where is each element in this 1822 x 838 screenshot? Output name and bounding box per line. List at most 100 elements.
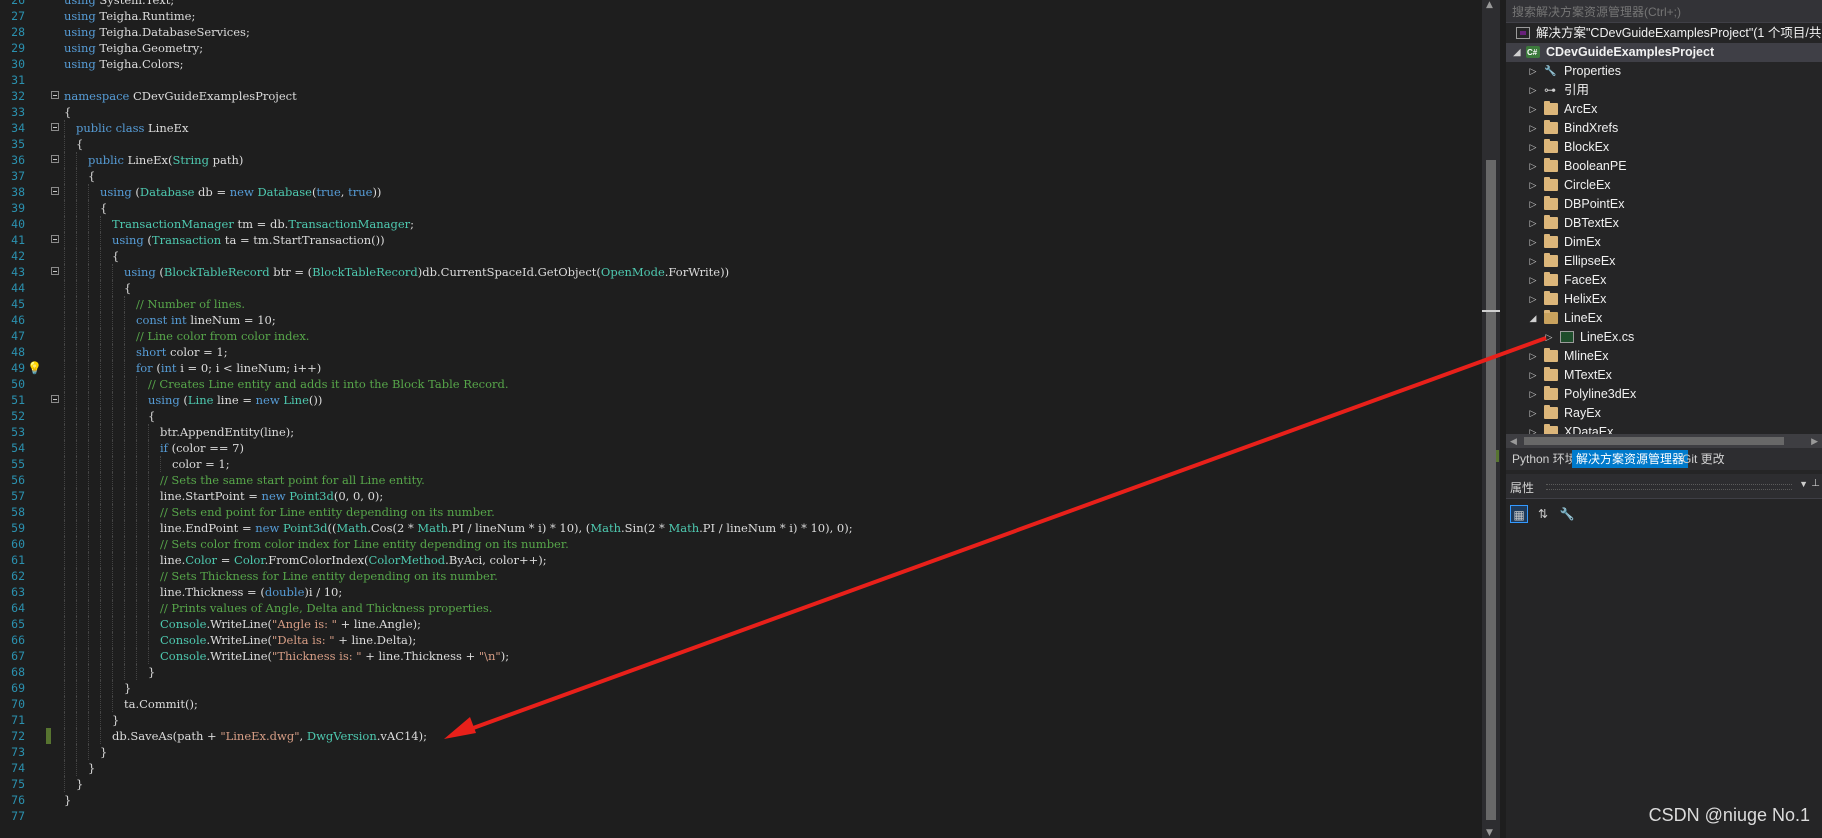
- code-line[interactable]: 69}: [0, 680, 1480, 696]
- code-line[interactable]: 29 using Teigha.Geometry;: [0, 40, 1480, 56]
- code-text[interactable]: // Sets color from color index for Line …: [160, 536, 569, 552]
- code-line[interactable]: 💡 49 for (int i = 0; i < lineNum; i++): [0, 360, 1480, 376]
- code-text[interactable]: line.Thickness = (double)i / 10;: [160, 584, 342, 600]
- code-line[interactable]: 67 Console.WriteLine("Thickness is: " + l…: [0, 648, 1480, 664]
- collapsed-arrow-icon[interactable]: ▷: [1528, 214, 1538, 233]
- collapsed-arrow-icon[interactable]: ▷: [1528, 252, 1538, 271]
- scrollbar-thumb[interactable]: [1486, 160, 1496, 820]
- code-text[interactable]: {: [112, 248, 119, 264]
- code-text[interactable]: Console.WriteLine("Thickness is: " + lin…: [160, 648, 509, 664]
- drag-grip[interactable]: [1546, 484, 1792, 490]
- code-line[interactable]: 66 Console.WriteLine("Delta is: " + line.…: [0, 632, 1480, 648]
- code-text[interactable]: }: [76, 776, 83, 792]
- project-node[interactable]: ◢ CDevGuideExamplesProject: [1506, 43, 1822, 62]
- code-line[interactable]: 53 btr.AppendEntity(line);: [0, 424, 1480, 440]
- scroll-left-icon[interactable]: ◀: [1510, 434, 1517, 448]
- collapsed-arrow-icon[interactable]: ▷: [1528, 157, 1538, 176]
- tree-item-dbtextex[interactable]: ▷ DBTextEx: [1506, 214, 1822, 233]
- code-line[interactable]: 60 // Sets color from color index for Lin…: [0, 536, 1480, 552]
- lightbulb-icon[interactable]: 💡: [27, 361, 42, 375]
- tree-item-lineex-cs[interactable]: ▷ LineEx.cs: [1506, 328, 1822, 347]
- tree-item-blockex[interactable]: ▷ BlockEx: [1506, 138, 1822, 157]
- code-line[interactable]: 32 namespace CDevGuideExamplesProject: [0, 88, 1480, 104]
- scroll-up-icon[interactable]: ▲: [1486, 0, 1493, 10]
- code-text[interactable]: }: [64, 792, 71, 808]
- tab-solution-explorer[interactable]: 解决方案资源管理器: [1572, 450, 1689, 468]
- code-line[interactable]: 51 using (Line line = new Line()): [0, 392, 1480, 408]
- collapse-toggle-icon[interactable]: [51, 123, 59, 131]
- tree-item-polyline3dex[interactable]: ▷ Polyline3dEx: [1506, 385, 1822, 404]
- tree-item-mlineex[interactable]: ▷ MlineEx: [1506, 347, 1822, 366]
- collapse-toggle-icon[interactable]: [51, 187, 59, 195]
- code-text[interactable]: line.EndPoint = new Point3d((Math.Cos(2 …: [160, 520, 853, 536]
- code-line[interactable]: 64 // Prints values of Angle, Delta and T…: [0, 600, 1480, 616]
- code-editor[interactable]: 26 using System.Text; 27 using Teigha.Runti…: [0, 0, 1488, 838]
- code-text[interactable]: ta.Commit();: [124, 696, 198, 712]
- collapsed-arrow-icon[interactable]: ▷: [1528, 404, 1538, 423]
- tree-item-circleex[interactable]: ▷ CircleEx: [1506, 176, 1822, 195]
- code-line[interactable]: 27 using Teigha.Runtime;: [0, 8, 1480, 24]
- scroll-right-icon[interactable]: ▶: [1811, 434, 1818, 448]
- code-line[interactable]: 72 db.SaveAs(path + "LineEx.dwg", DwgVers…: [0, 728, 1480, 744]
- code-text[interactable]: using Teigha.Geometry;: [64, 40, 203, 56]
- code-text[interactable]: const int lineNum = 10;: [136, 312, 276, 328]
- code-text[interactable]: // Line color from color index.: [136, 328, 309, 344]
- code-text[interactable]: }: [148, 664, 155, 680]
- code-text[interactable]: // Sets end point for Line entity depend…: [160, 504, 495, 520]
- code-line[interactable]: 30 using Teigha.Colors;: [0, 56, 1480, 72]
- collapsed-arrow-icon[interactable]: ▷: [1528, 366, 1538, 385]
- collapse-toggle-icon[interactable]: [51, 395, 59, 403]
- code-line[interactable]: 38 using (Database db = new Database(true…: [0, 184, 1480, 200]
- code-text[interactable]: {: [148, 408, 155, 424]
- pin-icon[interactable]: ⊥: [1811, 478, 1820, 489]
- tree-horizontal-scrollbar[interactable]: ◀ ▶: [1506, 434, 1822, 448]
- code-text[interactable]: {: [64, 104, 71, 120]
- code-text[interactable]: // Sets the same start point for all Lin…: [160, 472, 425, 488]
- collapsed-arrow-icon[interactable]: ▷: [1528, 347, 1538, 366]
- collapsed-arrow-icon[interactable]: ▷: [1528, 119, 1538, 138]
- code-text[interactable]: Console.WriteLine("Angle is: " + line.An…: [160, 616, 421, 632]
- code-text[interactable]: using Teigha.DatabaseServices;: [64, 24, 250, 40]
- collapsed-arrow-icon[interactable]: ▷: [1544, 328, 1554, 347]
- collapsed-arrow-icon[interactable]: ▷: [1528, 195, 1538, 214]
- code-text[interactable]: {: [100, 200, 107, 216]
- code-text[interactable]: }: [112, 712, 119, 728]
- solution-search-box[interactable]: [1506, 0, 1822, 24]
- code-line[interactable]: 65 Console.WriteLine("Angle is: " + line.…: [0, 616, 1480, 632]
- code-text[interactable]: // Prints values of Angle, Delta and Thi…: [160, 600, 492, 616]
- code-text[interactable]: }: [100, 744, 107, 760]
- tree-item--[interactable]: ▷ ⊶ 引用: [1506, 81, 1822, 100]
- code-line[interactable]: 37 {: [0, 168, 1480, 184]
- code-lines[interactable]: 26 using System.Text; 27 using Teigha.Runti…: [0, 0, 1480, 824]
- code-line[interactable]: 62 // Sets Thickness for Line entity depe…: [0, 568, 1480, 584]
- code-text[interactable]: using Teigha.Colors;: [64, 56, 184, 72]
- code-line[interactable]: 75}: [0, 776, 1480, 792]
- collapsed-arrow-icon[interactable]: ▷: [1528, 138, 1538, 157]
- code-text[interactable]: }: [88, 760, 95, 776]
- tab-python-env[interactable]: Python 环境: [1508, 450, 1581, 468]
- solution-node[interactable]: 解决方案"CDevGuideExamplesProject"(1 个项目/共: [1506, 24, 1822, 43]
- collapsed-arrow-icon[interactable]: ▷: [1528, 100, 1538, 119]
- collapsed-arrow-icon[interactable]: ▷: [1528, 290, 1538, 309]
- tree-item-faceex[interactable]: ▷ FaceEx: [1506, 271, 1822, 290]
- code-line[interactable]: 44 {: [0, 280, 1480, 296]
- collapsed-arrow-icon[interactable]: ▷: [1528, 423, 1538, 434]
- code-line[interactable]: 54 if (color == 7): [0, 440, 1480, 456]
- code-text[interactable]: if (color == 7): [160, 440, 244, 456]
- code-line[interactable]: 57 line.StartPoint = new Point3d(0, 0, 0)…: [0, 488, 1480, 504]
- tree-item-arcex[interactable]: ▷ ArcEx: [1506, 100, 1822, 119]
- code-line[interactable]: 47 // Line color from color index.: [0, 328, 1480, 344]
- categorized-icon[interactable]: ▦: [1510, 505, 1528, 523]
- code-line[interactable]: 77: [0, 808, 1480, 824]
- code-line[interactable]: 58 // Sets end point for Line entity depe…: [0, 504, 1480, 520]
- code-line[interactable]: 46 const int lineNum = 10;: [0, 312, 1480, 328]
- collapse-toggle-icon[interactable]: [51, 235, 59, 243]
- code-line[interactable]: 74}: [0, 760, 1480, 776]
- code-text[interactable]: color = 1;: [172, 456, 230, 472]
- code-line[interactable]: 26 using System.Text;: [0, 0, 1480, 8]
- code-text[interactable]: {: [88, 168, 95, 184]
- code-line[interactable]: 59 line.EndPoint = new Point3d((Math.Cos(…: [0, 520, 1480, 536]
- code-text[interactable]: using (Database db = new Database(true, …: [100, 184, 381, 200]
- code-line[interactable]: 41 using (Transaction ta = tm.StartTransa…: [0, 232, 1480, 248]
- code-text[interactable]: {: [76, 136, 83, 152]
